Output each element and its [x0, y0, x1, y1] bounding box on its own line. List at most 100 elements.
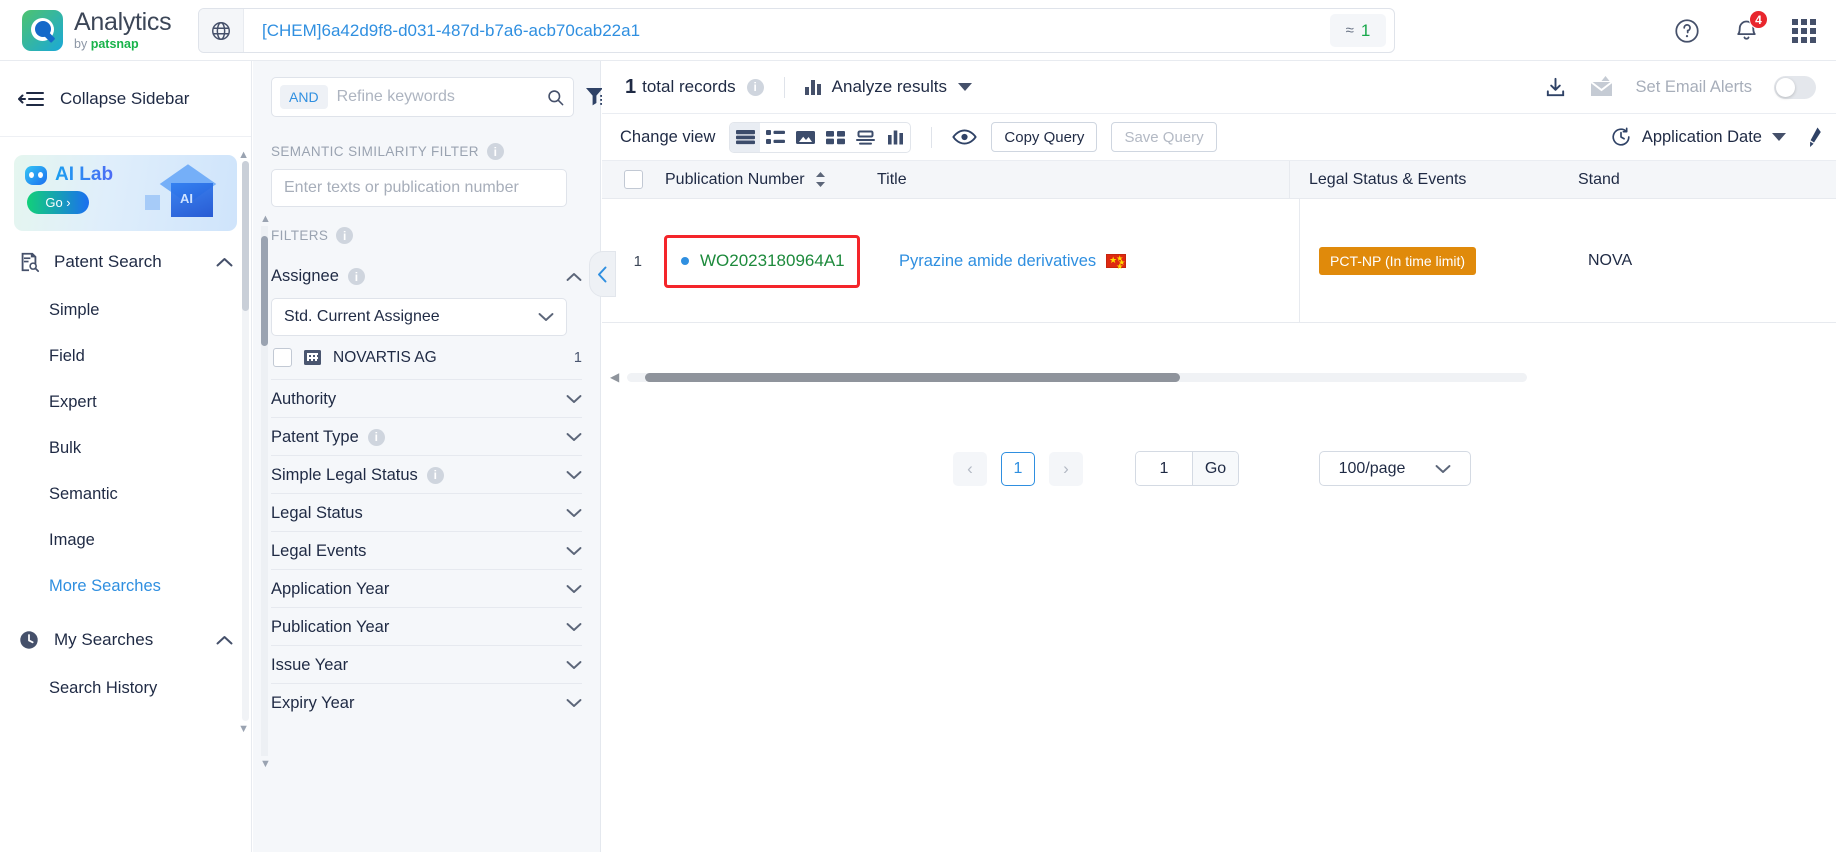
country-flag-cn-icon: ★ ★ ★ ★	[1106, 254, 1127, 271]
facet-label: Issue Year	[271, 655, 349, 674]
info-icon[interactable]: i	[486, 143, 504, 160]
select-all-checkbox[interactable]	[624, 170, 643, 189]
column-header-legal-status: Legal Status & Events	[1289, 160, 1559, 199]
sidebar-item-image[interactable]: Image	[0, 517, 251, 563]
download-icon[interactable]	[1544, 76, 1567, 99]
chevron-down-icon[interactable]	[1772, 132, 1786, 142]
patent-title-link[interactable]: Pyrazine amide derivatives	[899, 252, 1096, 271]
divider	[931, 126, 933, 148]
facet-simple-legal-status[interactable]: Simple Legal Status i	[271, 455, 582, 493]
scroll-up-arrow[interactable]: ▲	[238, 149, 249, 161]
scroll-left-arrow[interactable]: ◀	[610, 370, 619, 384]
pagination-prev-button[interactable]: ‹	[953, 451, 987, 486]
collapse-sidebar-icon	[18, 90, 44, 108]
ai-lab-go-button[interactable]: Go ›	[27, 191, 89, 214]
page-size-select[interactable]: 100/page	[1319, 451, 1471, 486]
assignee-checkbox[interactable]	[273, 348, 292, 367]
semantic-similarity-input[interactable]	[271, 169, 567, 207]
view-chart-icon[interactable]	[880, 123, 910, 152]
sidebar-item-more-searches[interactable]: More Searches	[0, 563, 251, 609]
logo-sub-brand: patsnap	[90, 36, 139, 51]
view-table-icon[interactable]	[730, 122, 761, 152]
sidebar-item-field[interactable]: Field	[0, 333, 251, 379]
publication-number-highlight[interactable]: WO2023180964A1	[664, 234, 860, 288]
sidebar-scrollbar[interactable]: ▲ ▼	[238, 149, 249, 735]
filter-panel-scrollbar[interactable]: ▲ ▼	[260, 213, 271, 770]
sidebar-item-search-history[interactable]: Search History	[0, 665, 251, 711]
scroll-down-arrow[interactable]: ▼	[238, 723, 249, 735]
sort-direction-icon[interactable]	[1804, 126, 1824, 148]
preview-eye-icon[interactable]	[952, 128, 978, 146]
view-card-icon[interactable]	[820, 123, 850, 152]
assignee-option-novartis[interactable]: NOVARTIS AG 1	[253, 336, 600, 379]
facet-application-year[interactable]: Application Year	[271, 569, 582, 607]
refine-keywords-input[interactable]	[327, 87, 546, 107]
facet-legal-events[interactable]: Legal Events	[271, 531, 582, 569]
sidebar-item-simple[interactable]: Simple	[0, 287, 251, 333]
table-horizontal-scrollbar[interactable]: ◀	[602, 366, 1562, 388]
sidebar-item-semantic[interactable]: Semantic	[0, 471, 251, 517]
publication-number-cell: WO2023180964A1	[664, 234, 899, 288]
save-query-button[interactable]: Save Query	[1111, 122, 1217, 152]
refine-keywords-box[interactable]: AND	[271, 77, 574, 117]
app-root: Analytics by patsnap [CHEM]6a42d9f8-d031…	[0, 0, 1836, 852]
apps-grid-icon[interactable]	[1792, 18, 1816, 43]
view-compare-icon[interactable]	[850, 123, 880, 152]
sort-arrows-icon[interactable]	[814, 171, 827, 188]
legal-status-badge[interactable]: PCT-NP (In time limit)	[1319, 247, 1477, 275]
pagination-go-button[interactable]: Go	[1192, 452, 1238, 485]
scroll-up-arrow[interactable]: ▲	[260, 213, 271, 225]
column-header-publication-number[interactable]: Publication Number	[665, 171, 877, 189]
chevron-up-icon[interactable]	[566, 272, 582, 282]
view-list-icon[interactable]	[760, 123, 790, 152]
query-bar[interactable]: [CHEM]6a42d9f8-d031-487d-b7a6-acb70cab22…	[198, 8, 1395, 53]
sidebar-group-my-searches[interactable]: My Searches	[0, 615, 251, 665]
facet-issue-year[interactable]: Issue Year	[271, 645, 582, 683]
pagination-page-1[interactable]: 1	[1001, 451, 1035, 486]
query-text[interactable]: [CHEM]6a42d9f8-d031-487d-b7a6-acb70cab22…	[244, 21, 1330, 41]
patsnap-logo-icon	[22, 9, 63, 51]
collapse-sidebar-button[interactable]: Collapse Sidebar	[0, 61, 251, 137]
logo-subtitle: by patsnap	[74, 38, 171, 51]
info-icon[interactable]: i	[426, 466, 444, 484]
facet-label: Patent Type	[271, 427, 359, 446]
help-icon[interactable]	[1673, 17, 1701, 45]
info-icon[interactable]: i	[367, 428, 385, 446]
publication-number-link[interactable]: WO2023180964A1	[700, 251, 845, 271]
ai-lab-card[interactable]: AI Lab Go › AI	[14, 155, 237, 231]
chevron-down-icon	[566, 432, 582, 442]
approx-number: 1	[1360, 20, 1371, 40]
sidebar-group-patent-search[interactable]: Patent Search	[0, 237, 251, 287]
scrollbar-thumb[interactable]	[645, 372, 1181, 382]
and-operator-chip[interactable]: AND	[280, 85, 328, 109]
notifications-bell-icon[interactable]: 4	[1733, 10, 1768, 44]
assignee-type-value: Std. Current Assignee	[284, 308, 440, 325]
facet-expiry-year[interactable]: Expiry Year	[271, 683, 582, 721]
sidebar-item-expert[interactable]: Expert	[0, 379, 251, 425]
search-icon[interactable]	[546, 88, 565, 107]
sidebar-item-bulk[interactable]: Bulk	[0, 425, 251, 471]
info-icon[interactable]: i	[746, 78, 764, 96]
facet-patent-type[interactable]: Patent Type i	[271, 417, 582, 455]
analyze-results-button[interactable]: Analyze results	[804, 77, 972, 97]
table-row[interactable]: 1 WO2023180964A1 Pyrazine amide derivati…	[602, 199, 1836, 323]
sort-field-label[interactable]: Application Date	[1642, 128, 1762, 147]
email-alerts-toggle[interactable]	[1774, 75, 1816, 99]
chevron-down-icon	[538, 312, 554, 322]
assignee-type-select[interactable]: Std. Current Assignee	[271, 298, 567, 336]
view-image-icon[interactable]	[790, 123, 820, 152]
pagination-goto-input[interactable]	[1136, 452, 1192, 485]
facet-authority[interactable]: Authority	[271, 379, 582, 417]
info-icon[interactable]: i	[347, 268, 365, 285]
approx-count-badge: ≈ 1	[1330, 14, 1386, 47]
facet-publication-year[interactable]: Publication Year	[271, 607, 582, 645]
pagination-next-button[interactable]: ›	[1049, 451, 1083, 486]
copy-query-button[interactable]: Copy Query	[991, 122, 1098, 152]
facet-legal-status[interactable]: Legal Status	[271, 493, 582, 531]
chevron-up-icon	[216, 635, 233, 646]
globe-icon[interactable]	[199, 9, 244, 52]
scroll-down-arrow[interactable]: ▼	[260, 758, 271, 770]
info-icon[interactable]: i	[336, 227, 354, 244]
app-logo[interactable]: Analytics by patsnap	[22, 9, 172, 51]
assignee-filter-header[interactable]: Assignee i	[253, 253, 600, 292]
